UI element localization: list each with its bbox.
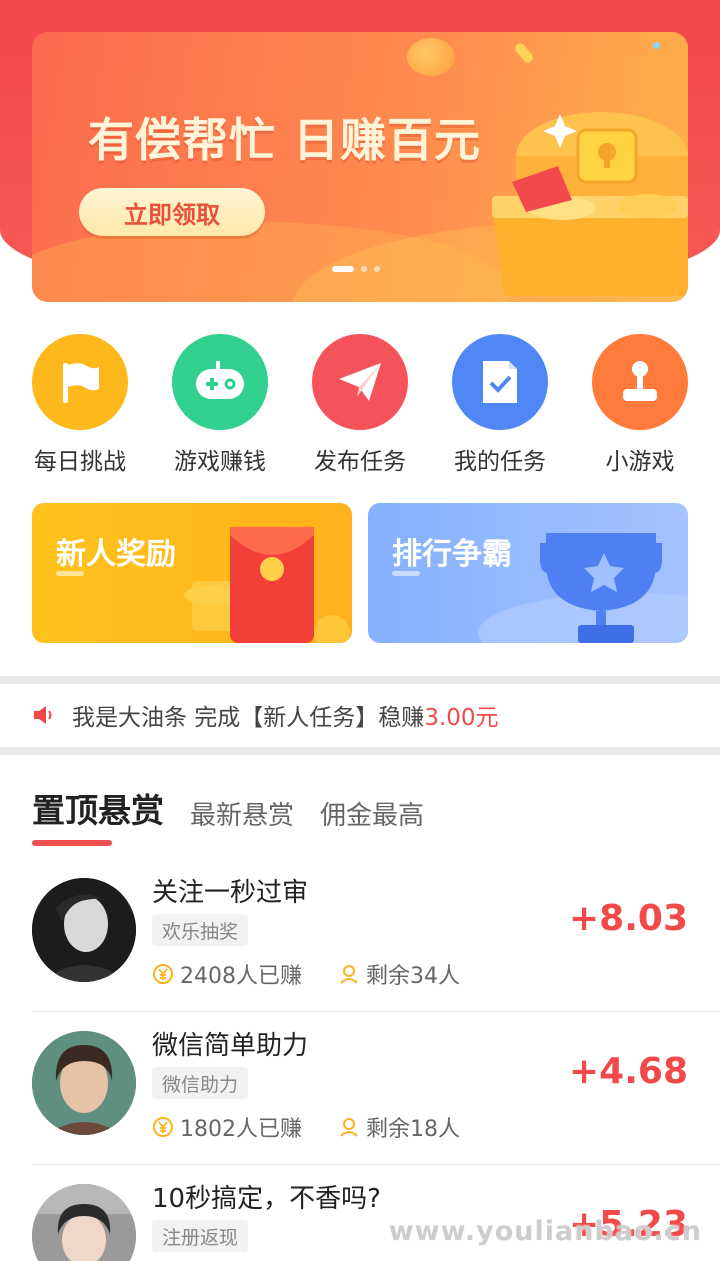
avatar: [32, 1184, 136, 1261]
yuan-coin-icon: [153, 1117, 173, 1137]
flag-icon: [32, 334, 128, 430]
category-game-earn[interactable]: 游戏赚钱: [155, 334, 285, 476]
category-my-tasks[interactable]: 我的任务: [435, 334, 565, 476]
avatar: [32, 1031, 136, 1135]
carousel-dot[interactable]: [374, 266, 380, 272]
promo-banner[interactable]: 有偿帮忙 日赚百元 立即领取: [32, 32, 688, 302]
person-icon: [340, 965, 358, 984]
row-divider: [32, 1011, 720, 1012]
tab-pinned-reward[interactable]: 置顶悬赏: [32, 784, 164, 832]
treasure-chest-icon: [492, 112, 688, 296]
title-accent: [56, 571, 84, 576]
watermark-text: www.youlianbao.cn: [388, 1216, 702, 1247]
category-label: 发布任务: [314, 449, 406, 475]
leaderboard-card[interactable]: 排行争霸: [368, 503, 688, 643]
carousel-indicator[interactable]: [332, 266, 380, 272]
task-reward: +4.68: [569, 1051, 688, 1092]
tab-latest-reward[interactable]: 最新悬赏: [190, 795, 294, 832]
active-tab-indicator: [32, 840, 112, 846]
banner-title: 有偿帮忙 日赚百元: [88, 113, 482, 167]
red-envelope-icon: [184, 527, 350, 643]
task-item[interactable]: 关注一秒过审 欢乐抽奖 2408人已赚 剩余34人 +8.03: [32, 862, 720, 1012]
notice-text: 我是大油条 完成【新人任务】稳赚: [72, 705, 425, 731]
newcomer-reward-card[interactable]: 新人奖励: [32, 503, 352, 643]
claim-now-button[interactable]: 立即领取: [79, 188, 265, 236]
category-label: 每日挑战: [34, 449, 126, 475]
category-label: 游戏赚钱: [174, 449, 266, 475]
joystick-icon: [592, 334, 688, 430]
person-icon: [340, 1118, 358, 1137]
remaining-count: 剩余34人: [366, 964, 460, 989]
remaining-count: 剩余18人: [366, 1117, 460, 1142]
avatar: [32, 878, 136, 982]
notice-amount: 3.00元: [424, 705, 499, 731]
category-label: 我的任务: [454, 449, 546, 475]
task-tag: 微信助力: [152, 1067, 249, 1099]
category-mini-games[interactable]: 小游戏: [575, 334, 705, 476]
task-title: 关注一秒过审: [152, 878, 309, 908]
task-meta: 1802人已赚 剩余18人: [152, 1111, 460, 1143]
carousel-dot[interactable]: [332, 266, 354, 272]
title-accent: [392, 571, 420, 576]
task-item[interactable]: 微信简单助力 微信助力 1802人已赚 剩余18人 +4.68: [32, 1015, 720, 1165]
row-divider: [32, 1164, 720, 1165]
carousel-dot[interactable]: [361, 266, 367, 272]
gamepad-icon: [172, 334, 268, 430]
category-publish-task[interactable]: 发布任务: [295, 334, 425, 476]
earned-count: 2408人已赚: [180, 964, 302, 989]
speaker-icon: [34, 706, 52, 724]
tab-highest-commission[interactable]: 佣金最高: [320, 795, 424, 832]
task-title: 微信简单助力: [152, 1031, 309, 1061]
newcomer-reward-title: 新人奖励: [56, 537, 176, 572]
task-item[interactable]: 10秒搞定，不香吗? 注册返现 +5.23: [32, 1168, 720, 1261]
task-tag: 注册返现: [152, 1220, 249, 1252]
reward-tabs: 置顶悬赏 最新悬赏 佣金最高: [32, 784, 450, 832]
sparkle-icon: [513, 41, 535, 65]
category-grid: 每日挑战 游戏赚钱 发布任务 我的任务 小游戏: [0, 334, 720, 484]
paper-plane-icon: [312, 334, 408, 430]
decoration-dot: [653, 42, 660, 49]
leaderboard-title: 排行争霸: [392, 537, 512, 572]
task-tag: 欢乐抽奖: [152, 914, 249, 946]
checklist-icon: [452, 334, 548, 430]
notice-bar[interactable]: 我是大油条 完成【新人任务】稳赚 3.00元: [32, 700, 499, 731]
task-meta: 2408人已赚 剩余34人: [152, 958, 460, 990]
task-title: 10秒搞定，不香吗?: [152, 1184, 381, 1214]
yuan-coin-icon: [153, 964, 173, 984]
category-label: 小游戏: [605, 449, 675, 475]
section-divider: [0, 747, 720, 755]
task-reward: +8.03: [569, 898, 688, 939]
section-divider: [0, 676, 720, 684]
category-daily-challenge[interactable]: 每日挑战: [15, 334, 145, 476]
coin-icon: [407, 38, 455, 76]
earned-count: 1802人已赚: [180, 1117, 302, 1142]
